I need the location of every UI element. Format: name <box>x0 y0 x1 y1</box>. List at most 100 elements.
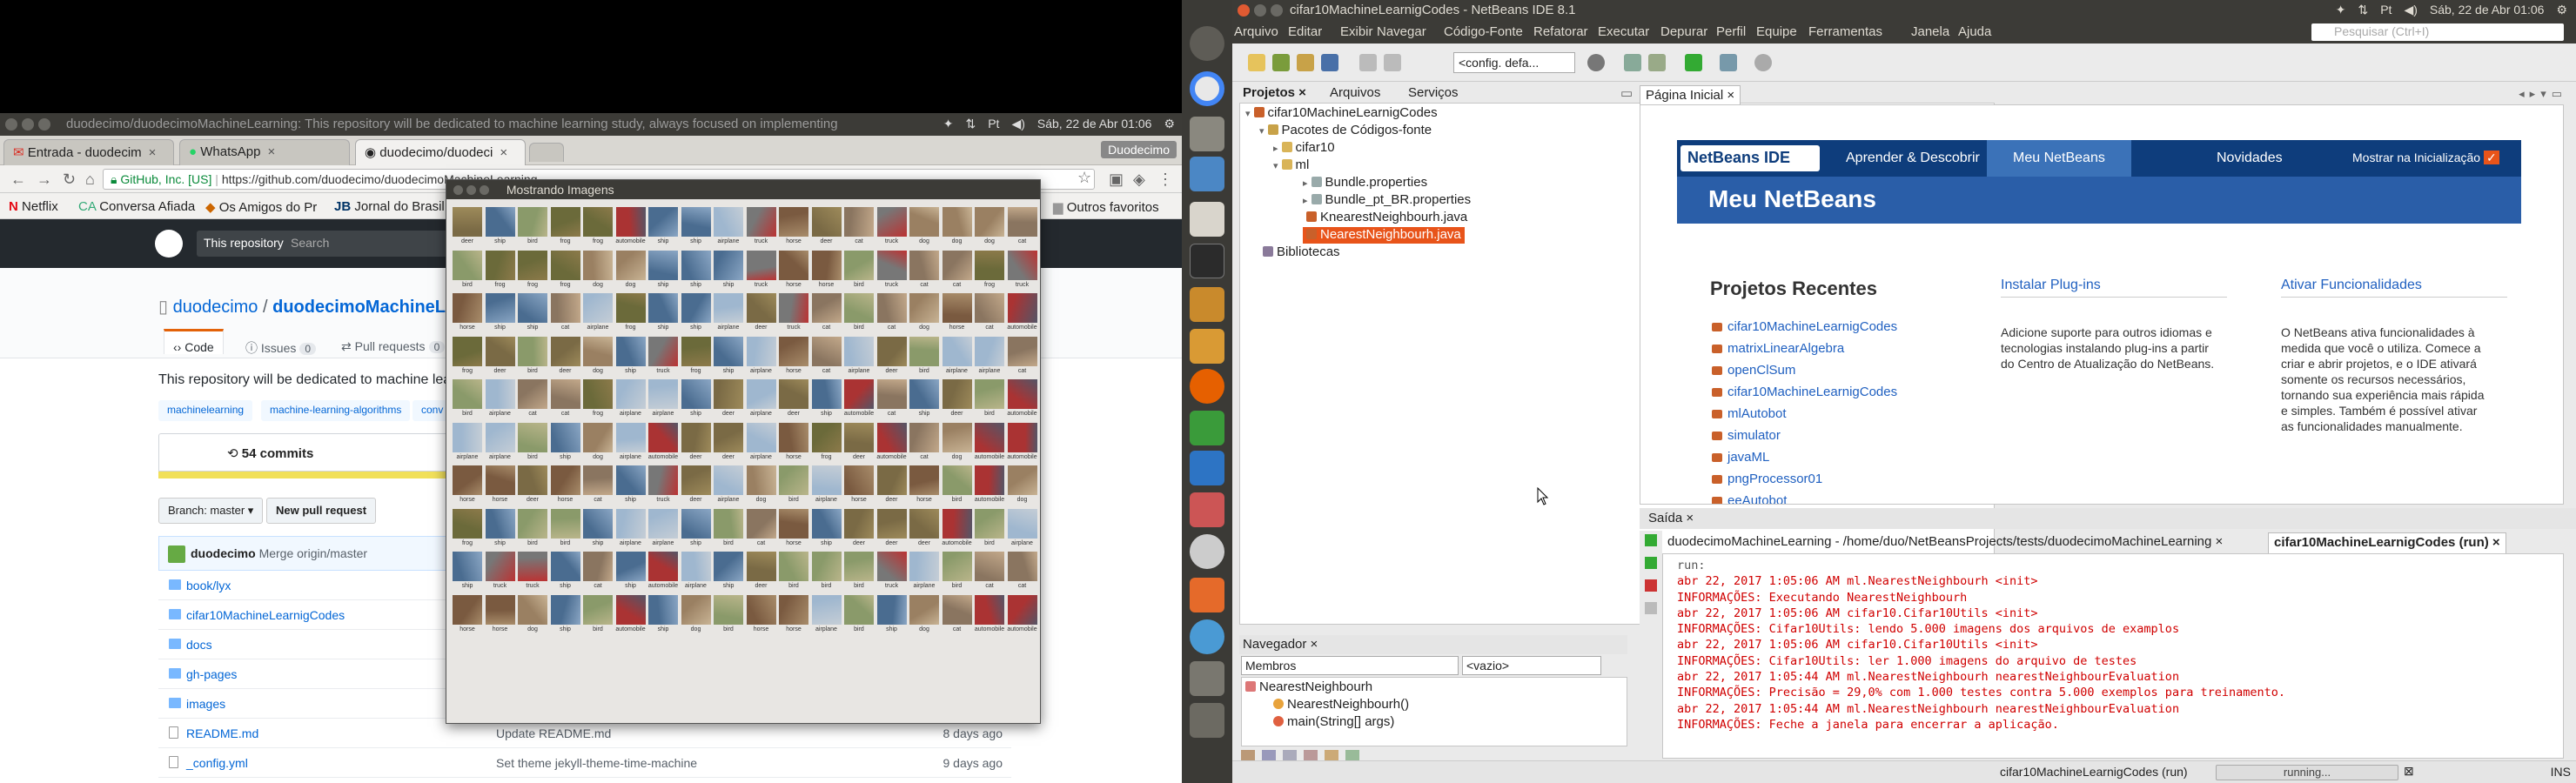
tab-output-cifar10[interactable]: cifar10MachineLearnigCodes (run) × <box>2268 532 2506 553</box>
help-icon[interactable] <box>1190 619 1224 654</box>
stop-icon[interactable] <box>1645 579 1657 592</box>
recent-project-link[interactable]: javaML <box>1710 450 1897 472</box>
menu-item[interactable]: Equipe <box>1756 24 1797 39</box>
close-tab-icon[interactable]: × <box>267 144 275 159</box>
keyboard-icon[interactable]: Pt <box>988 117 999 131</box>
activate-features-title[interactable]: Ativar Funcionalidades <box>2281 278 2507 298</box>
members-select[interactable]: Membros <box>1241 656 1459 675</box>
expand-icon[interactable]: ▸ <box>1273 144 1278 154</box>
tree-node[interactable]: Bibliotecas <box>1259 244 1340 261</box>
topic-tag[interactable]: machine-learning-algorithms <box>261 400 411 421</box>
clean-build-icon[interactable] <box>1648 54 1666 71</box>
network-icon[interactable]: ⇅ <box>2358 3 2368 17</box>
tab-servicos[interactable]: Serviços <box>1408 85 1459 100</box>
minimize-icon[interactable] <box>466 185 476 195</box>
gimp-icon[interactable] <box>1190 287 1224 322</box>
recent-project-link[interactable]: cifar10MachineLearnigCodes <box>1710 319 1897 341</box>
expand-icon[interactable]: ▸ <box>1303 178 1308 189</box>
recent-project-link[interactable]: pngProcessor01 <box>1710 472 1897 493</box>
repo-name-link[interactable]: duodecimoMachineLear <box>272 298 472 317</box>
terminal-icon[interactable] <box>1190 244 1224 278</box>
clock[interactable]: Sáb, 22 de Abr 01:06 <box>2430 3 2545 17</box>
rerun-params-icon[interactable] <box>1645 557 1657 569</box>
menu-item[interactable]: Perfil <box>1716 24 1746 39</box>
volume-icon[interactable]: ◀) <box>1011 117 1024 131</box>
firefox-icon[interactable] <box>1190 369 1224 404</box>
undo-icon[interactable] <box>1359 54 1377 71</box>
profile-badge[interactable]: Duodecimo <box>1101 141 1177 158</box>
configuration-select[interactable]: <config. defa... <box>1453 52 1575 73</box>
tree-node[interactable]: KnearestNeighbourh.java <box>1303 210 1467 226</box>
close-tab-icon[interactable]: × <box>149 145 157 160</box>
calendar-icon[interactable] <box>1190 202 1224 237</box>
bookmark-jornal[interactable]: JB Jornal do Brasil <box>334 199 445 214</box>
network-icon[interactable]: ⇅ <box>965 117 976 131</box>
recent-project-link[interactable]: cifar10MachineLearnigCodes <box>1710 385 1897 406</box>
expand-icon[interactable]: ▸ <box>1303 196 1308 206</box>
recent-project-link[interactable]: matrixLinearAlgebra <box>1710 341 1897 363</box>
tab-scroll-icon[interactable]: ◂▸▾▭ <box>2519 87 2567 101</box>
new-pull-request-button[interactable]: New pull request <box>266 498 377 524</box>
topic-tag[interactable]: machinelearning <box>158 400 253 421</box>
chrome-icon[interactable] <box>1190 71 1224 106</box>
dropbox-icon[interactable]: ✦ <box>943 117 954 131</box>
maximize-icon[interactable] <box>38 118 50 130</box>
menu-item[interactable]: Depurar <box>1660 24 1707 39</box>
checkbox-icon[interactable]: ✓ <box>2483 151 2499 164</box>
running-project[interactable]: cifar10MachineLearnigCodes (run) <box>2000 765 2188 779</box>
menu-item[interactable]: Executar <box>1598 24 1649 39</box>
recent-project-link[interactable]: simulator <box>1710 428 1897 450</box>
new-tab-button[interactable] <box>529 143 564 162</box>
new-project-icon[interactable] <box>1272 54 1290 71</box>
menu-item[interactable]: Ferramentas <box>1808 24 1882 39</box>
repo-owner-link[interactable]: duodecimo <box>173 298 258 317</box>
netbeans-icon[interactable] <box>1190 157 1224 191</box>
nav-novidades[interactable]: Novidades <box>2217 151 2283 166</box>
file-commit-message[interactable]: Update README.md <box>496 726 611 740</box>
nav-meu-netbeans[interactable]: Meu NetBeans <box>1987 140 2131 177</box>
tree-node[interactable]: NearestNeighbourh.java <box>1303 227 1465 244</box>
tab-projetos[interactable]: Projetos × <box>1243 85 1306 100</box>
reload-icon[interactable]: ↻ <box>63 171 76 189</box>
menu-item[interactable]: Janela <box>1911 24 1949 39</box>
file-name-link[interactable]: book/lyx <box>186 579 231 592</box>
bookmark-netflix[interactable]: N Netflix <box>9 199 58 214</box>
tab-github[interactable]: ◉ duodecimo/duodeci × <box>355 139 526 165</box>
cancel-task-icon[interactable]: ⊠ <box>2404 764 2414 779</box>
expand-icon[interactable]: ▾ <box>1273 161 1278 171</box>
redo-icon[interactable] <box>1384 54 1401 71</box>
close-icon[interactable] <box>453 185 463 195</box>
github-logo-icon[interactable] <box>155 230 183 258</box>
maximize-icon[interactable] <box>480 185 489 195</box>
minimize-icon[interactable] <box>1254 4 1266 17</box>
commits-link[interactable]: ⟲ 54 commits <box>227 445 313 461</box>
avatar[interactable] <box>168 545 185 563</box>
tree-node[interactable]: ▾ Pacotes de Códigos-fonte <box>1259 123 1432 139</box>
commit-author[interactable]: duodecimo <box>191 546 256 560</box>
tree-node[interactable]: ▾ ml <box>1273 157 1309 174</box>
tree-node[interactable]: ▸ cifar10 <box>1273 140 1335 157</box>
file-name-link[interactable]: _config.yml <box>186 756 248 770</box>
clock[interactable]: Sáb, 22 de Abr 01:06 <box>1037 117 1152 131</box>
tab-issues[interactable]: ⓘ Issues 0 <box>245 339 317 357</box>
tab-code[interactable]: ‹› Code <box>164 329 224 354</box>
output-console[interactable]: run: abr 22, 2017 1:05:06 AM ml.NearestNe… <box>1662 553 2564 759</box>
software-center-icon[interactable] <box>1190 578 1224 612</box>
profile-icon[interactable] <box>1754 54 1772 71</box>
new-file-icon[interactable] <box>1248 54 1265 71</box>
menu-item[interactable]: Refatorar <box>1533 24 1588 39</box>
run-icon[interactable] <box>1685 54 1702 71</box>
tab-arquivos[interactable]: Arquivos <box>1330 85 1380 100</box>
dropbox-icon[interactable]: ✦ <box>2336 3 2346 17</box>
recent-project-link[interactable]: mlAutobot <box>1710 406 1897 428</box>
keyboard-icon[interactable]: Pt <box>2380 3 2392 17</box>
settings-gear-icon[interactable]: ⚙ <box>2556 3 2567 17</box>
filter-select[interactable]: <vazio> <box>1462 656 1601 675</box>
close-tab-icon[interactable]: × <box>500 145 507 160</box>
home-icon[interactable]: ⌂ <box>85 171 95 189</box>
tab-pull-requests[interactable]: ⇄ Pull requests 0 <box>341 339 446 354</box>
close-icon[interactable] <box>5 118 17 130</box>
bookmark-conversa-afiada[interactable]: CA Conversa Afiada <box>78 199 195 214</box>
bookmark-star-icon[interactable]: ☆ <box>1077 169 1091 187</box>
open-project-icon[interactable] <box>1297 54 1314 71</box>
